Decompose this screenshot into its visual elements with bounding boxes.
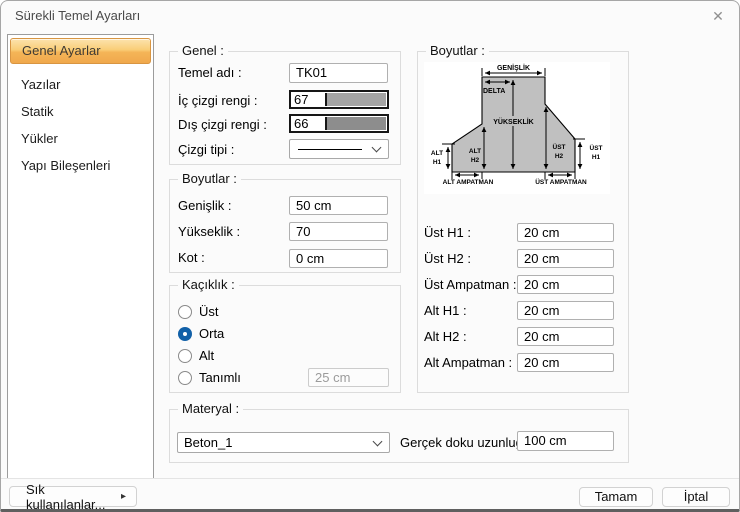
alt-h2-label: Alt H2 : bbox=[424, 329, 467, 345]
ok-button[interactable]: Tamam bbox=[579, 487, 653, 507]
diagram-alt-h1-label-1: ALT bbox=[431, 150, 443, 157]
titlebar: Sürekli Temel Ayarları ✕ bbox=[1, 1, 739, 31]
footer-divider bbox=[1, 478, 740, 479]
dialog-surekli-temel-ayarlari: Sürekli Temel Ayarları ✕ Genel Ayarlar Y… bbox=[0, 0, 740, 512]
temel-adi-label: Temel adı : bbox=[178, 65, 242, 81]
flyout-arrow-icon: ▸ bbox=[121, 491, 126, 502]
group-kaciklik: Kaçıklık : Üst Orta Alt Tanımlı 25 cm bbox=[169, 285, 401, 393]
dis-cizgi-rengi-control[interactable]: 66 bbox=[289, 114, 389, 133]
favorites-button[interactable]: Sık kullanılanlar... ▸ bbox=[9, 486, 137, 507]
group-boyutlar-sag: Boyutlar : bbox=[417, 51, 629, 393]
diagram-alt-h2-label-2: H2 bbox=[471, 157, 480, 164]
sidebar-item-yazilar[interactable]: Yazılar bbox=[8, 71, 153, 98]
diagram-yukseklik-label: YÜKSEKLİK bbox=[493, 117, 533, 126]
diagram-alt-h1-label-2: H1 bbox=[433, 159, 442, 166]
doku-uzunlugu-input[interactable]: 100 cm bbox=[517, 431, 614, 451]
cizgi-tipi-dropdown[interactable] bbox=[289, 139, 389, 159]
diagram-ust-h2-label-2: H2 bbox=[555, 153, 564, 160]
ust-h2-input[interactable]: 20 cm bbox=[517, 249, 614, 268]
radio-orta-label: Orta bbox=[199, 327, 224, 341]
alt-ampatman-label: Alt Ampatman : bbox=[424, 355, 512, 371]
diagram-ust-h1-label-2: H1 bbox=[592, 154, 601, 161]
line-type-preview bbox=[298, 149, 362, 150]
radio-ust-label: Üst bbox=[199, 305, 219, 319]
radio-orta[interactable]: Orta bbox=[178, 326, 224, 342]
group-boyutlar-sag-legend: Boyutlar : bbox=[426, 43, 489, 58]
sidebar-item-genel-ayarlar[interactable]: Genel Ayarlar bbox=[10, 38, 151, 64]
diagram-ust-ampatman-label: ÜST AMPATMAN bbox=[535, 177, 587, 186]
ic-cizgi-rengi-swatch bbox=[325, 93, 386, 106]
window-title: Sürekli Temel Ayarları bbox=[15, 1, 140, 31]
radio-tanimli-label: Tanımlı bbox=[199, 371, 241, 385]
ust-ampatman-label: Üst Ampatman : bbox=[424, 277, 516, 293]
diagram-genislik-label: GENİŞLİK bbox=[497, 64, 530, 72]
chevron-down-icon bbox=[372, 143, 382, 153]
cancel-button[interactable]: İptal bbox=[662, 487, 730, 507]
group-kaciklik-legend: Kaçıklık : bbox=[178, 277, 239, 292]
chevron-down-icon bbox=[373, 436, 383, 446]
diagram-delta-label: DELTA bbox=[483, 88, 505, 95]
ic-cizgi-rengi-control[interactable]: 67 bbox=[289, 90, 389, 109]
diagram-ust-h1-label-1: ÜST bbox=[590, 143, 603, 152]
kot-input[interactable]: 0 cm bbox=[289, 249, 388, 268]
ust-h1-label: Üst H1 : bbox=[424, 225, 471, 241]
ic-cizgi-rengi-value: 67 bbox=[291, 92, 325, 107]
ust-ampatman-input[interactable]: 20 cm bbox=[517, 275, 614, 294]
radio-alt-circle[interactable] bbox=[178, 349, 192, 363]
group-boyutlar-sol-legend: Boyutlar : bbox=[178, 171, 241, 186]
close-icon[interactable]: ✕ bbox=[707, 5, 729, 27]
dis-cizgi-rengi-swatch bbox=[325, 117, 386, 130]
ic-cizgi-rengi-label: İç çizgi rengi : bbox=[178, 93, 257, 109]
favorites-button-label: Sık kullanılanlar... bbox=[26, 482, 121, 512]
alt-h2-input[interactable]: 20 cm bbox=[517, 327, 614, 346]
group-genel: Genel : Temel adı : TK01 İç çizgi rengi … bbox=[169, 51, 401, 165]
diagram-alt-h2-label-1: ALT bbox=[469, 148, 481, 155]
materyal-dropdown-value: Beton_1 bbox=[184, 433, 232, 452]
dis-cizgi-rengi-value: 66 bbox=[291, 116, 325, 131]
diagram-alt-ampatman-label: ALT AMPATMAN bbox=[443, 179, 494, 186]
yukseklik-input[interactable]: 70 bbox=[289, 222, 388, 241]
genislik-input[interactable]: 50 cm bbox=[289, 196, 388, 215]
ust-h2-label: Üst H2 : bbox=[424, 251, 471, 267]
radio-alt[interactable]: Alt bbox=[178, 348, 214, 364]
radio-ust-circle[interactable] bbox=[178, 305, 192, 319]
sidebar-item-statik[interactable]: Statik bbox=[8, 98, 153, 125]
group-genel-legend: Genel : bbox=[178, 43, 228, 58]
sidebar: Genel Ayarlar Yazılar Statik Yükler Yapı… bbox=[7, 34, 154, 479]
cizgi-tipi-label: Çizgi tipi : bbox=[178, 142, 234, 158]
radio-orta-circle[interactable] bbox=[178, 327, 192, 341]
sidebar-item-yukler[interactable]: Yükler bbox=[8, 125, 153, 152]
kot-label: Kot : bbox=[178, 250, 205, 266]
tanimli-input[interactable]: 25 cm bbox=[308, 368, 389, 387]
materyal-dropdown[interactable]: Beton_1 bbox=[177, 432, 390, 453]
alt-ampatman-input[interactable]: 20 cm bbox=[517, 353, 614, 372]
radio-tanimli-circle[interactable] bbox=[178, 371, 192, 385]
dis-cizgi-rengi-label: Dış çizgi rengi : bbox=[178, 117, 267, 133]
alt-h1-input[interactable]: 20 cm bbox=[517, 301, 614, 320]
radio-ust[interactable]: Üst bbox=[178, 304, 219, 320]
temel-adi-input[interactable]: TK01 bbox=[289, 63, 388, 83]
group-boyutlar-sol: Boyutlar : Genişlik : 50 cm Yükseklik : … bbox=[169, 179, 401, 273]
ust-h1-input[interactable]: 20 cm bbox=[517, 223, 614, 242]
group-materyal: Materyal : Beton_1 Gerçek doku uzunluğu … bbox=[169, 409, 629, 463]
radio-tanimli[interactable]: Tanımlı bbox=[178, 370, 241, 386]
radio-alt-label: Alt bbox=[199, 349, 214, 363]
sidebar-item-yapi-bilesenleri[interactable]: Yapı Bileşenleri bbox=[8, 152, 153, 179]
alt-h1-label: Alt H1 : bbox=[424, 303, 467, 319]
genislik-label: Genişlik : bbox=[178, 198, 231, 214]
foundation-section-diagram: GENİŞLİK DELTA YÜKSEKLİK ALT H2 ALT H1 Ü… bbox=[424, 62, 610, 194]
diagram-ust-h2-label-1: ÜST bbox=[553, 142, 566, 151]
yukseklik-label: Yükseklik : bbox=[178, 224, 240, 240]
group-materyal-legend: Materyal : bbox=[178, 401, 243, 416]
